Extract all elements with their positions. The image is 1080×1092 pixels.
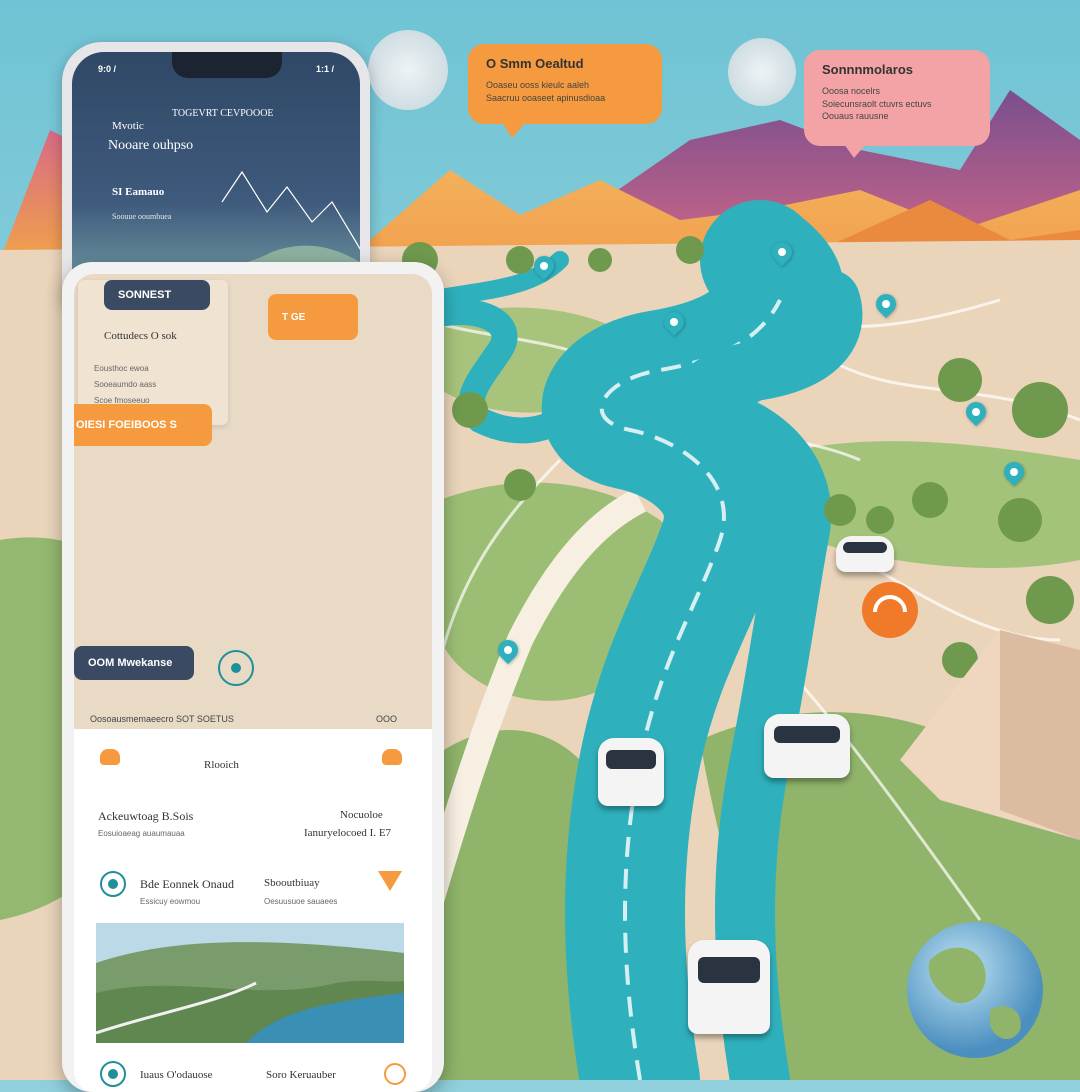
bubble-text: Ooosa nocelrs Soiecunsraolt ctuvrs ectuv…	[822, 86, 932, 122]
caption-row: Oosoausmemaeecro SOT SOETUS	[90, 714, 234, 724]
row-title: Iuaus O'odauose	[140, 1069, 213, 1081]
caption-right: OOO	[376, 714, 398, 724]
bubble-title: O Smm Oealtud	[486, 56, 584, 71]
orange-ring-icon[interactable]	[384, 1063, 406, 1085]
phone-bottom-screen: Cottudecs O sok Eousthoc ewoa Sooeaumdo …	[74, 274, 432, 1092]
row-title: Nocuoloe	[340, 809, 383, 821]
speech-bubble-orange: O Smm Oealtud Ooaseu ooss kieulc aaleh S…	[468, 44, 662, 138]
row-sub: Essicuy eowmou	[140, 897, 201, 906]
row-title: Bde Eonnek Onaud	[140, 877, 234, 891]
teal-badge-icon[interactable]	[218, 650, 254, 686]
moon-left	[368, 30, 448, 110]
orange-icon	[382, 749, 402, 765]
orange-icon	[100, 749, 120, 765]
landscape-thumbnail	[96, 923, 404, 1043]
row-title: Sbooutbiuay	[264, 877, 320, 889]
speech-bubble-pink: Sonnnmolaros Ooosa nocelrs Soiecunsraolt…	[804, 50, 990, 158]
panel-line: Sooeaumdo aass	[94, 380, 157, 389]
car-white	[688, 940, 770, 1034]
row-sub: Eosuioaeag auaumauaa	[98, 829, 185, 838]
chevron-down-icon[interactable]	[378, 871, 402, 891]
screen-header: TOGEVRT CEVPOOOE	[172, 108, 274, 119]
phone-notch	[172, 52, 282, 78]
car-white	[764, 714, 850, 778]
car-white	[836, 536, 894, 572]
sunset-pill[interactable]: SONNEST	[104, 280, 210, 310]
hill-shade	[1000, 630, 1080, 840]
moon-right	[728, 38, 796, 106]
status-icons: 1:1 /	[315, 64, 334, 74]
bottom-sheet: Rlooich Ackeuwtoag B.Sois Eosuioaeag aua…	[74, 729, 432, 1092]
phone-bottom: Cottudecs O sok Eousthoc ewoa Sooeaumdo …	[62, 262, 444, 1092]
row-title: Soro Keruauber	[266, 1069, 336, 1081]
orange-tag[interactable]: T GE	[268, 294, 358, 340]
orange-pill-button[interactable]: OIESI FOEIBOOS S	[74, 404, 212, 446]
row-sub: Ianuryelocoed I. E7	[304, 827, 392, 839]
sheet-title: Rlooich	[204, 759, 239, 771]
route-icon[interactable]	[100, 871, 126, 897]
screen-text: Mvotic	[112, 120, 144, 132]
panel-line: Eousthoc ewoa	[94, 364, 149, 373]
bubble-title: Sonnnmolaros	[822, 62, 914, 77]
panel-title: Cottudecs O sok	[104, 330, 177, 342]
route-icon[interactable]	[100, 1061, 126, 1087]
status-time: 9:0 /	[98, 64, 117, 74]
bubble-text: Ooaseu ooss kieulc aaleh Saacruu ooaseet…	[486, 80, 606, 103]
bottom-navy-pill[interactable]: OOM Mwekanse	[74, 646, 194, 680]
car-white	[598, 738, 664, 806]
row-title: Ackeuwtoag B.Sois	[98, 809, 194, 823]
location-marker-orange[interactable]	[862, 582, 918, 638]
row-sub: Oesuusuoe sauaees	[264, 897, 338, 906]
